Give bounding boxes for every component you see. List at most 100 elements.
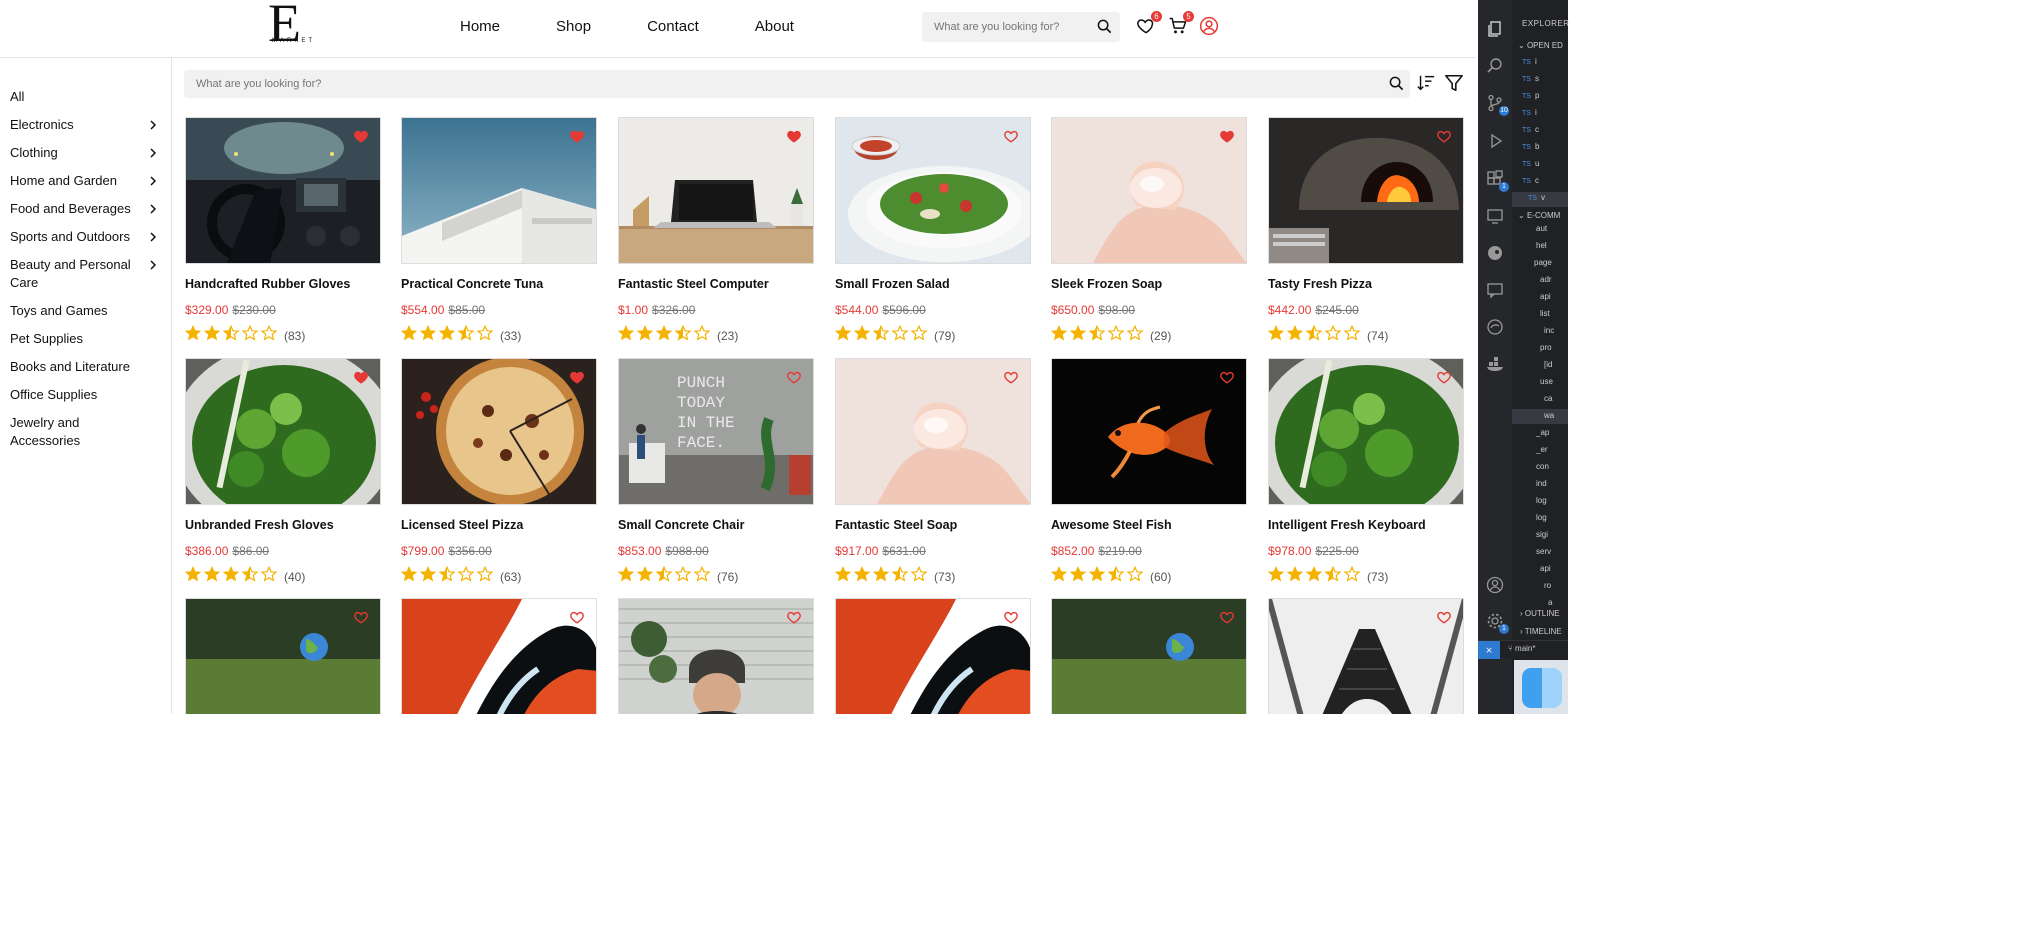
sort-button[interactable] <box>1416 73 1438 95</box>
product-name[interactable]: Unbranded Fresh Gloves <box>185 518 395 532</box>
product-card[interactable] <box>835 598 1031 714</box>
product-name[interactable]: Small Frozen Salad <box>835 277 1045 291</box>
product-name[interactable]: Practical Concrete Tuna <box>401 277 611 291</box>
open-editor-file[interactable]: TS v <box>1528 193 1545 202</box>
product-name[interactable]: Fantastic Steel Soap <box>835 518 1045 532</box>
product-card[interactable]: PUNCH TODAY IN THE FACE. Small Concrete Chai… <box>617 358 814 584</box>
chat-icon[interactable] <box>1486 281 1504 299</box>
category-item[interactable]: Food and Beverages <box>10 200 162 218</box>
product-image[interactable] <box>185 598 381 714</box>
tree-item[interactable]: ro <box>1544 581 1551 590</box>
container-icon[interactable] <box>1486 355 1504 373</box>
tree-item[interactable]: hel <box>1536 241 1547 250</box>
product-card[interactable]: Small Frozen Salad $544.00 $596.00 (79) <box>834 117 1031 343</box>
heart-icon[interactable] <box>1220 611 1234 624</box>
product-name[interactable]: Tasty Fresh Pizza <box>1268 277 1476 291</box>
open-editor-file[interactable]: TS c <box>1522 176 1539 185</box>
heart-icon[interactable] <box>1437 611 1451 624</box>
product-image[interactable] <box>185 358 381 505</box>
product-name[interactable]: Small Concrete Chair <box>618 518 828 532</box>
open-editor-file[interactable]: TS s <box>1522 74 1539 83</box>
heart-icon[interactable] <box>1437 130 1451 143</box>
product-name[interactable]: Licensed Steel Pizza <box>401 518 611 532</box>
product-image[interactable] <box>1268 117 1464 264</box>
product-image[interactable] <box>618 117 814 264</box>
product-image[interactable] <box>835 117 1031 264</box>
product-card[interactable]: Awesome Steel Fish $852.00 $219.00 (60) <box>1050 358 1247 584</box>
product-card[interactable]: Tasty Fresh Pizza $442.00 $245.00 (74) <box>1267 117 1464 343</box>
explorer-files-icon[interactable] <box>1486 20 1504 38</box>
extensions-icon[interactable]: 1 <box>1486 170 1509 192</box>
heart-icon[interactable] <box>570 130 584 143</box>
heart-icon[interactable] <box>354 371 368 384</box>
open-editor-file[interactable]: TS p <box>1522 91 1539 100</box>
category-item[interactable]: All <box>10 88 162 106</box>
open-editor-file[interactable]: TS c <box>1522 125 1539 134</box>
heart-icon[interactable] <box>354 130 368 143</box>
heart-icon[interactable] <box>1220 130 1234 143</box>
product-image[interactable] <box>1051 117 1247 264</box>
tree-item[interactable]: pro <box>1540 343 1552 352</box>
chevron-right-icon[interactable] <box>148 174 158 192</box>
tree-item[interactable]: _er <box>1536 445 1548 454</box>
tree-item[interactable]: api <box>1540 564 1551 573</box>
product-card[interactable]: Unbranded Fresh Gloves $386.00 $86.00 (40) <box>184 358 381 584</box>
nav-about-link[interactable]: About <box>755 18 794 35</box>
product-card[interactable] <box>1051 598 1247 714</box>
search-icon[interactable] <box>1389 76 1404 96</box>
tree-item[interactable]: api <box>1540 292 1551 301</box>
tree-item[interactable]: con <box>1536 462 1549 471</box>
search-icon[interactable] <box>1486 57 1504 75</box>
heart-icon[interactable] <box>1220 371 1234 384</box>
search-icon[interactable] <box>1097 19 1112 39</box>
product-card[interactable]: Fantastic Steel Computer $1.00 $326.00 (23) <box>617 117 814 343</box>
tree-item[interactable]: list <box>1540 309 1550 318</box>
product-image[interactable] <box>401 117 597 264</box>
open-editor-file[interactable]: TS u <box>1522 159 1539 168</box>
tree-item[interactable]: a <box>1548 598 1552 607</box>
nav-home-link[interactable]: Home <box>460 18 500 35</box>
heart-icon[interactable] <box>787 130 801 143</box>
category-item[interactable]: Office Supplies <box>10 386 162 404</box>
category-item[interactable]: Home and Garden <box>10 172 162 190</box>
product-image[interactable] <box>185 117 381 264</box>
heart-icon[interactable] <box>1437 371 1451 384</box>
category-item[interactable]: Pet Supplies <box>10 330 162 348</box>
open-editor-file[interactable]: TS i <box>1522 108 1537 117</box>
tree-item[interactable]: adr <box>1540 275 1552 284</box>
product-name[interactable]: Handcrafted Rubber Gloves <box>185 277 395 291</box>
settings-gear-icon[interactable]: 1 <box>1486 612 1509 634</box>
timeline-section[interactable]: › TIMELINE <box>1520 627 1562 636</box>
product-card[interactable]: Handcrafted Rubber Gloves $329.00 $230.00(… <box>184 117 381 343</box>
product-image[interactable] <box>1051 598 1247 714</box>
tree-item[interactable]: serv <box>1536 547 1551 556</box>
product-image[interactable] <box>835 358 1031 505</box>
source-control-icon[interactable]: 10 <box>1486 94 1509 116</box>
product-image[interactable] <box>401 598 597 714</box>
product-name[interactable]: Sleek Frozen Soap <box>1051 277 1261 291</box>
nav-shop-link[interactable]: Shop <box>556 18 591 35</box>
tree-item[interactable]: log <box>1536 513 1547 522</box>
open-editors-section[interactable]: ⌄ OPEN ED <box>1518 41 1563 50</box>
product-card[interactable]: Licensed Steel Pizza $799.00 $356.00 (63) <box>400 358 597 584</box>
product-image[interactable] <box>618 598 814 714</box>
product-search-input[interactable] <box>184 70 1364 98</box>
heart-icon[interactable] <box>1004 130 1018 143</box>
tree-item[interactable]: wa <box>1544 411 1554 420</box>
product-image[interactable] <box>1268 358 1464 505</box>
heart-icon[interactable] <box>787 371 801 384</box>
category-item[interactable]: Books and Literature <box>10 358 162 376</box>
heart-icon[interactable] <box>1004 371 1018 384</box>
branch-indicator[interactable]: ⑂ main* <box>1508 644 1535 653</box>
tree-item[interactable]: page <box>1534 258 1552 267</box>
filter-button[interactable] <box>1444 73 1466 95</box>
category-item[interactable]: Electronics <box>10 116 162 134</box>
product-image[interactable] <box>1268 598 1464 714</box>
tree-item[interactable]: _ap <box>1536 428 1549 437</box>
finder-app-icon[interactable] <box>1522 668 1562 708</box>
account-button[interactable] <box>1199 16 1221 38</box>
outline-section[interactable]: › OUTLINE <box>1520 609 1560 618</box>
tree-item[interactable]: sigi <box>1536 530 1548 539</box>
cart-button[interactable]: 5 <box>1168 11 1194 38</box>
header-search-input[interactable] <box>922 12 1082 42</box>
